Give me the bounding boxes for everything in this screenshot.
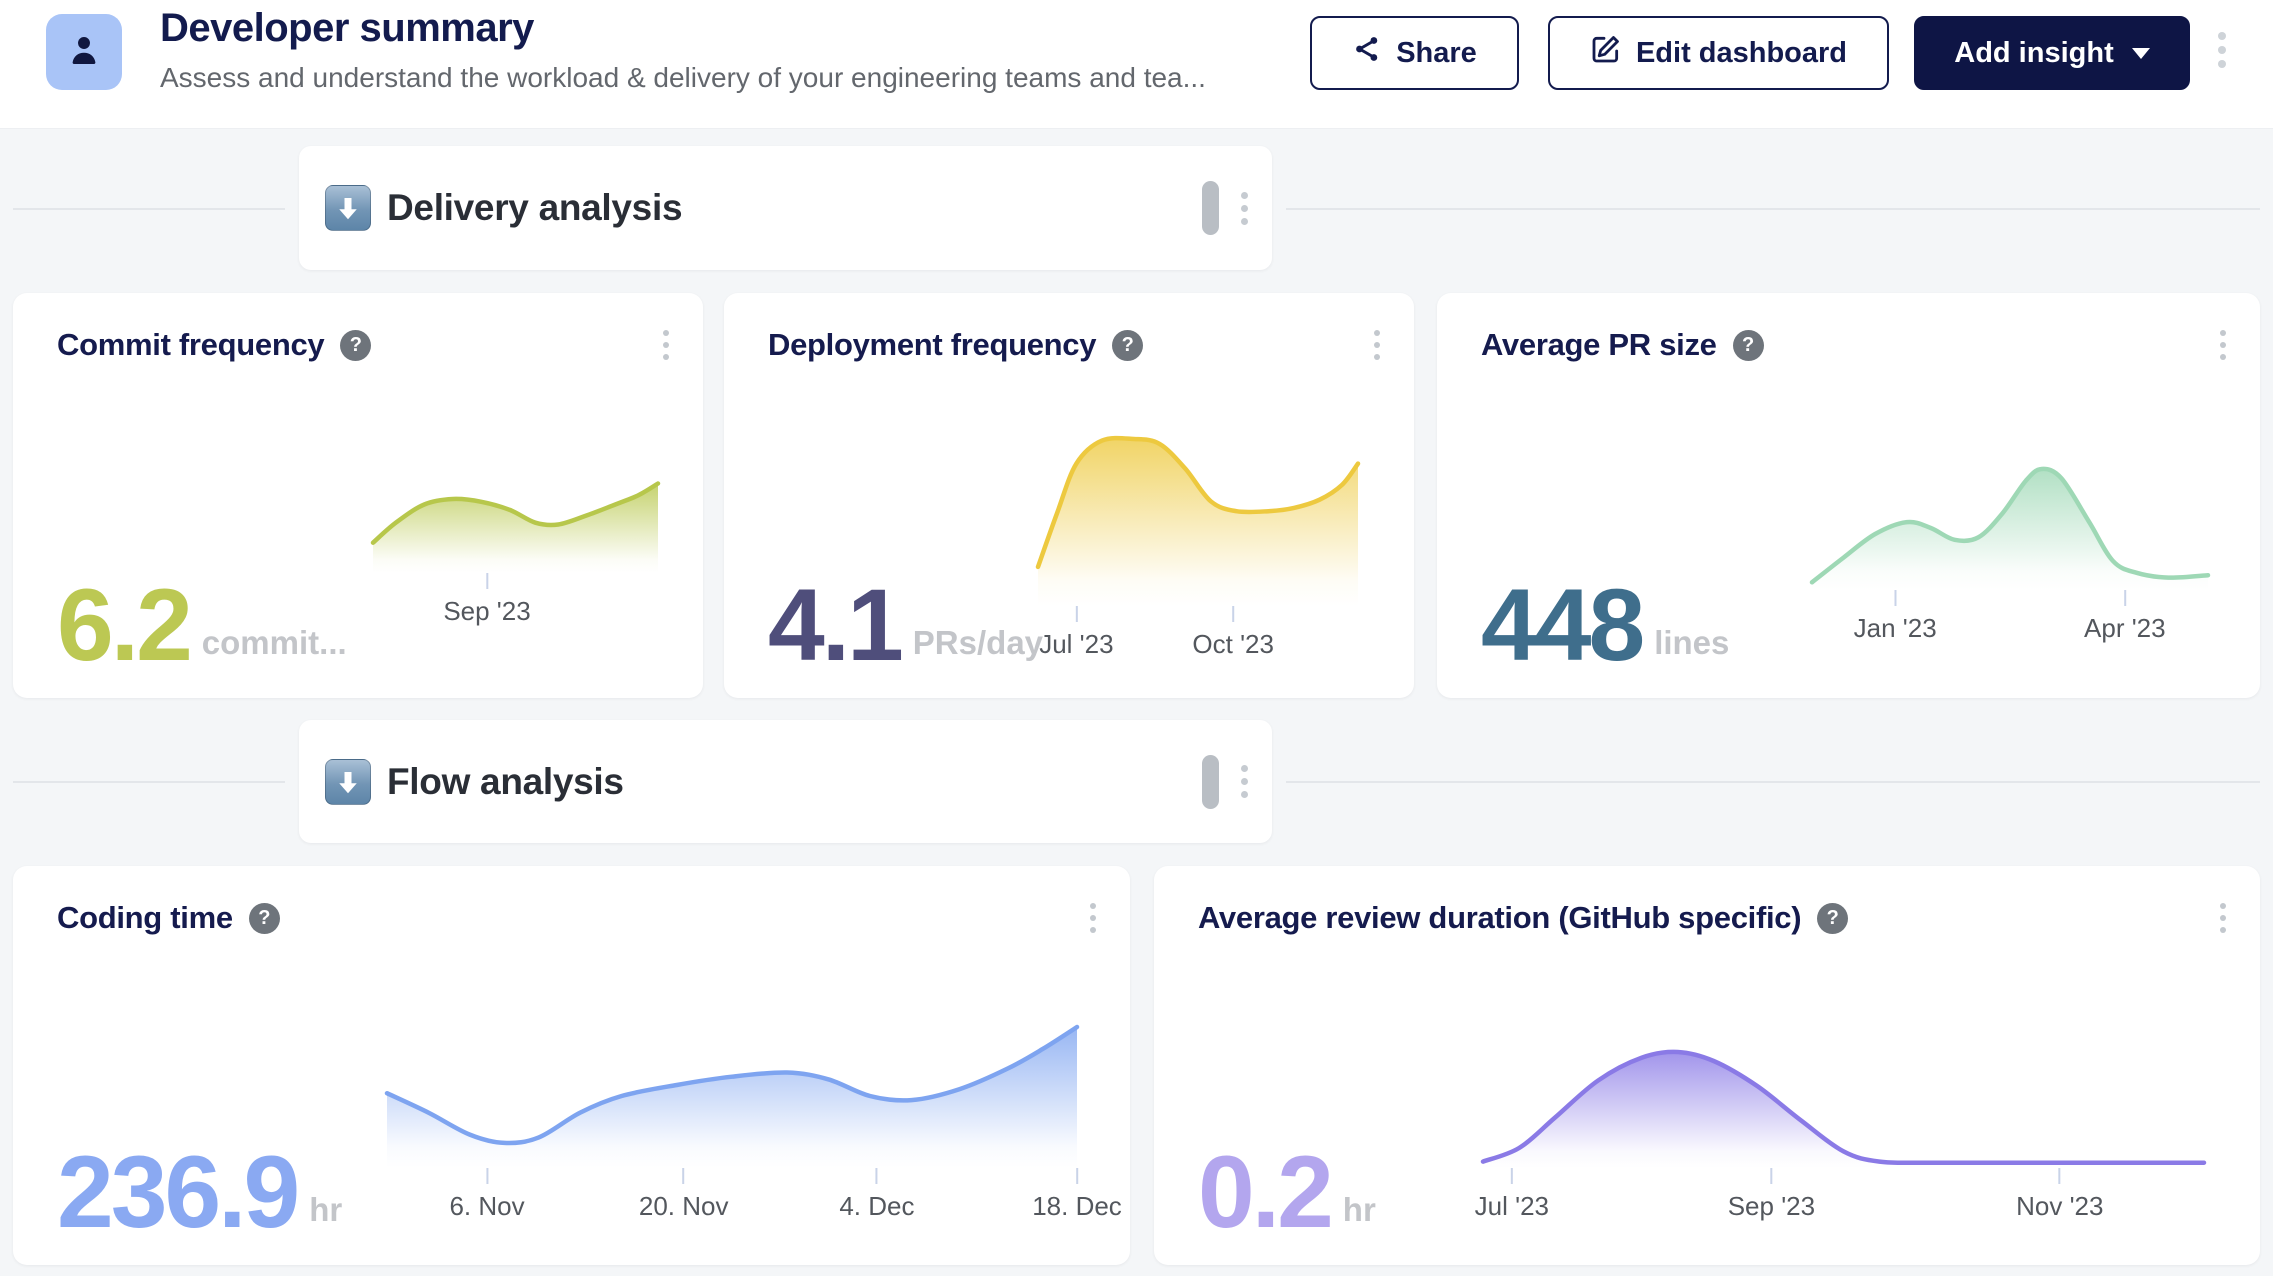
help-icon[interactable]: ? [1817, 903, 1848, 934]
card-kebab-menu-icon[interactable] [1090, 903, 1096, 933]
axis-tick: 18. Dec [1032, 1168, 1122, 1222]
section-title: Delivery analysis [387, 187, 682, 229]
down-arrow-badge-icon [325, 185, 371, 231]
card-kebab-menu-icon[interactable] [2220, 330, 2226, 360]
metric-unit: hr [1343, 1191, 1376, 1229]
edit-icon [1590, 33, 1622, 73]
down-arrow-badge-icon [325, 759, 371, 805]
card-kebab-menu-icon[interactable] [1374, 330, 1380, 360]
chevron-down-icon [2132, 48, 2150, 59]
section-kebab-menu-icon[interactable] [1241, 192, 1248, 225]
metric-unit: lines [1654, 624, 1729, 662]
card-title: Commit frequency [57, 327, 324, 363]
axis-tick: Oct '23 [1192, 606, 1274, 660]
axis-tick: 6. Nov [449, 1168, 524, 1222]
section-title: Flow analysis [387, 761, 624, 803]
axis-tick: Sep '23 [443, 573, 530, 627]
page-title: Developer summary [160, 6, 534, 51]
card-average-pr-size: Average PR size ? Jan '23Apr '23 448 lin… [1437, 293, 2260, 698]
add-insight-button[interactable]: Add insight [1914, 16, 2190, 90]
card-coding-time: Coding time ? 6. Nov20. Nov4. Dec18. Dec… [13, 866, 1130, 1265]
share-button-label: Share [1396, 37, 1477, 70]
header-kebab-menu-icon[interactable] [2218, 32, 2226, 68]
metric-value: 6.2 [57, 580, 190, 672]
axis-tick: Jul '23 [1039, 606, 1113, 660]
sparkline-chart: Jan '23Apr '23 [1812, 463, 2208, 590]
share-icon [1352, 34, 1382, 72]
axis-tick: 20. Nov [639, 1168, 729, 1222]
share-button[interactable]: Share [1310, 16, 1519, 90]
axis-tick: Apr '23 [2084, 590, 2166, 644]
axis-tick: Jan '23 [1854, 590, 1937, 644]
card-commit-frequency: Commit frequency ? Sep '23 6.2 commit... [13, 293, 703, 698]
page-header: Developer summary Assess and understand … [0, 0, 2273, 129]
card-kebab-menu-icon[interactable] [2220, 903, 2226, 933]
help-icon[interactable]: ? [249, 903, 280, 934]
sparkline-chart: Jul '23Sep '23Nov '23 [1483, 1046, 2204, 1168]
drag-handle[interactable] [1202, 755, 1219, 809]
sparkline-chart: 6. Nov20. Nov4. Dec18. Dec [387, 1021, 1077, 1168]
help-icon[interactable]: ? [340, 330, 371, 361]
card-title: Coding time [57, 900, 233, 936]
section-divider [1286, 781, 2260, 783]
axis-tick: 4. Dec [839, 1168, 914, 1222]
metric-unit: commit... [202, 624, 347, 662]
section-header-flow-analysis: Flow analysis [299, 720, 1272, 843]
help-icon[interactable]: ? [1733, 330, 1764, 361]
sparkline-chart: Jul '23Oct '23 [1038, 433, 1358, 606]
axis-tick: Nov '23 [2016, 1168, 2103, 1222]
metric-value: 0.2 [1198, 1147, 1331, 1239]
sparkline-chart: Sep '23 [373, 473, 658, 573]
section-divider [1286, 208, 2260, 210]
axis-tick: Sep '23 [1728, 1168, 1815, 1222]
metric-value: 4.1 [768, 580, 901, 672]
axis-tick: Jul '23 [1475, 1168, 1549, 1222]
dashboard-page: Developer summary Assess and understand … [0, 0, 2273, 1276]
card-title: Average review duration (GitHub specific… [1198, 900, 1801, 936]
edit-dashboard-button-label: Edit dashboard [1636, 37, 1847, 70]
metric-unit: hr [309, 1191, 342, 1229]
section-kebab-menu-icon[interactable] [1241, 765, 1248, 798]
metric-unit: PRs/day [913, 624, 1043, 662]
section-divider [13, 781, 285, 783]
card-title: Deployment frequency [768, 327, 1096, 363]
card-deployment-frequency: Deployment frequency ? Jul '23Oct '23 4.… [724, 293, 1414, 698]
drag-handle[interactable] [1202, 181, 1219, 235]
card-kebab-menu-icon[interactable] [663, 330, 669, 360]
section-divider [13, 208, 285, 210]
card-average-review-duration: Average review duration (GitHub specific… [1154, 866, 2260, 1265]
add-insight-button-label: Add insight [1954, 37, 2113, 70]
section-header-delivery-analysis: Delivery analysis [299, 146, 1272, 270]
avatar [46, 14, 122, 90]
card-title: Average PR size [1481, 327, 1717, 363]
metric-value: 236.9 [57, 1147, 297, 1239]
edit-dashboard-button[interactable]: Edit dashboard [1548, 16, 1889, 90]
page-subtitle: Assess and understand the workload & del… [160, 62, 1206, 94]
metric-value: 448 [1481, 580, 1642, 672]
help-icon[interactable]: ? [1112, 330, 1143, 361]
person-icon [63, 29, 105, 76]
